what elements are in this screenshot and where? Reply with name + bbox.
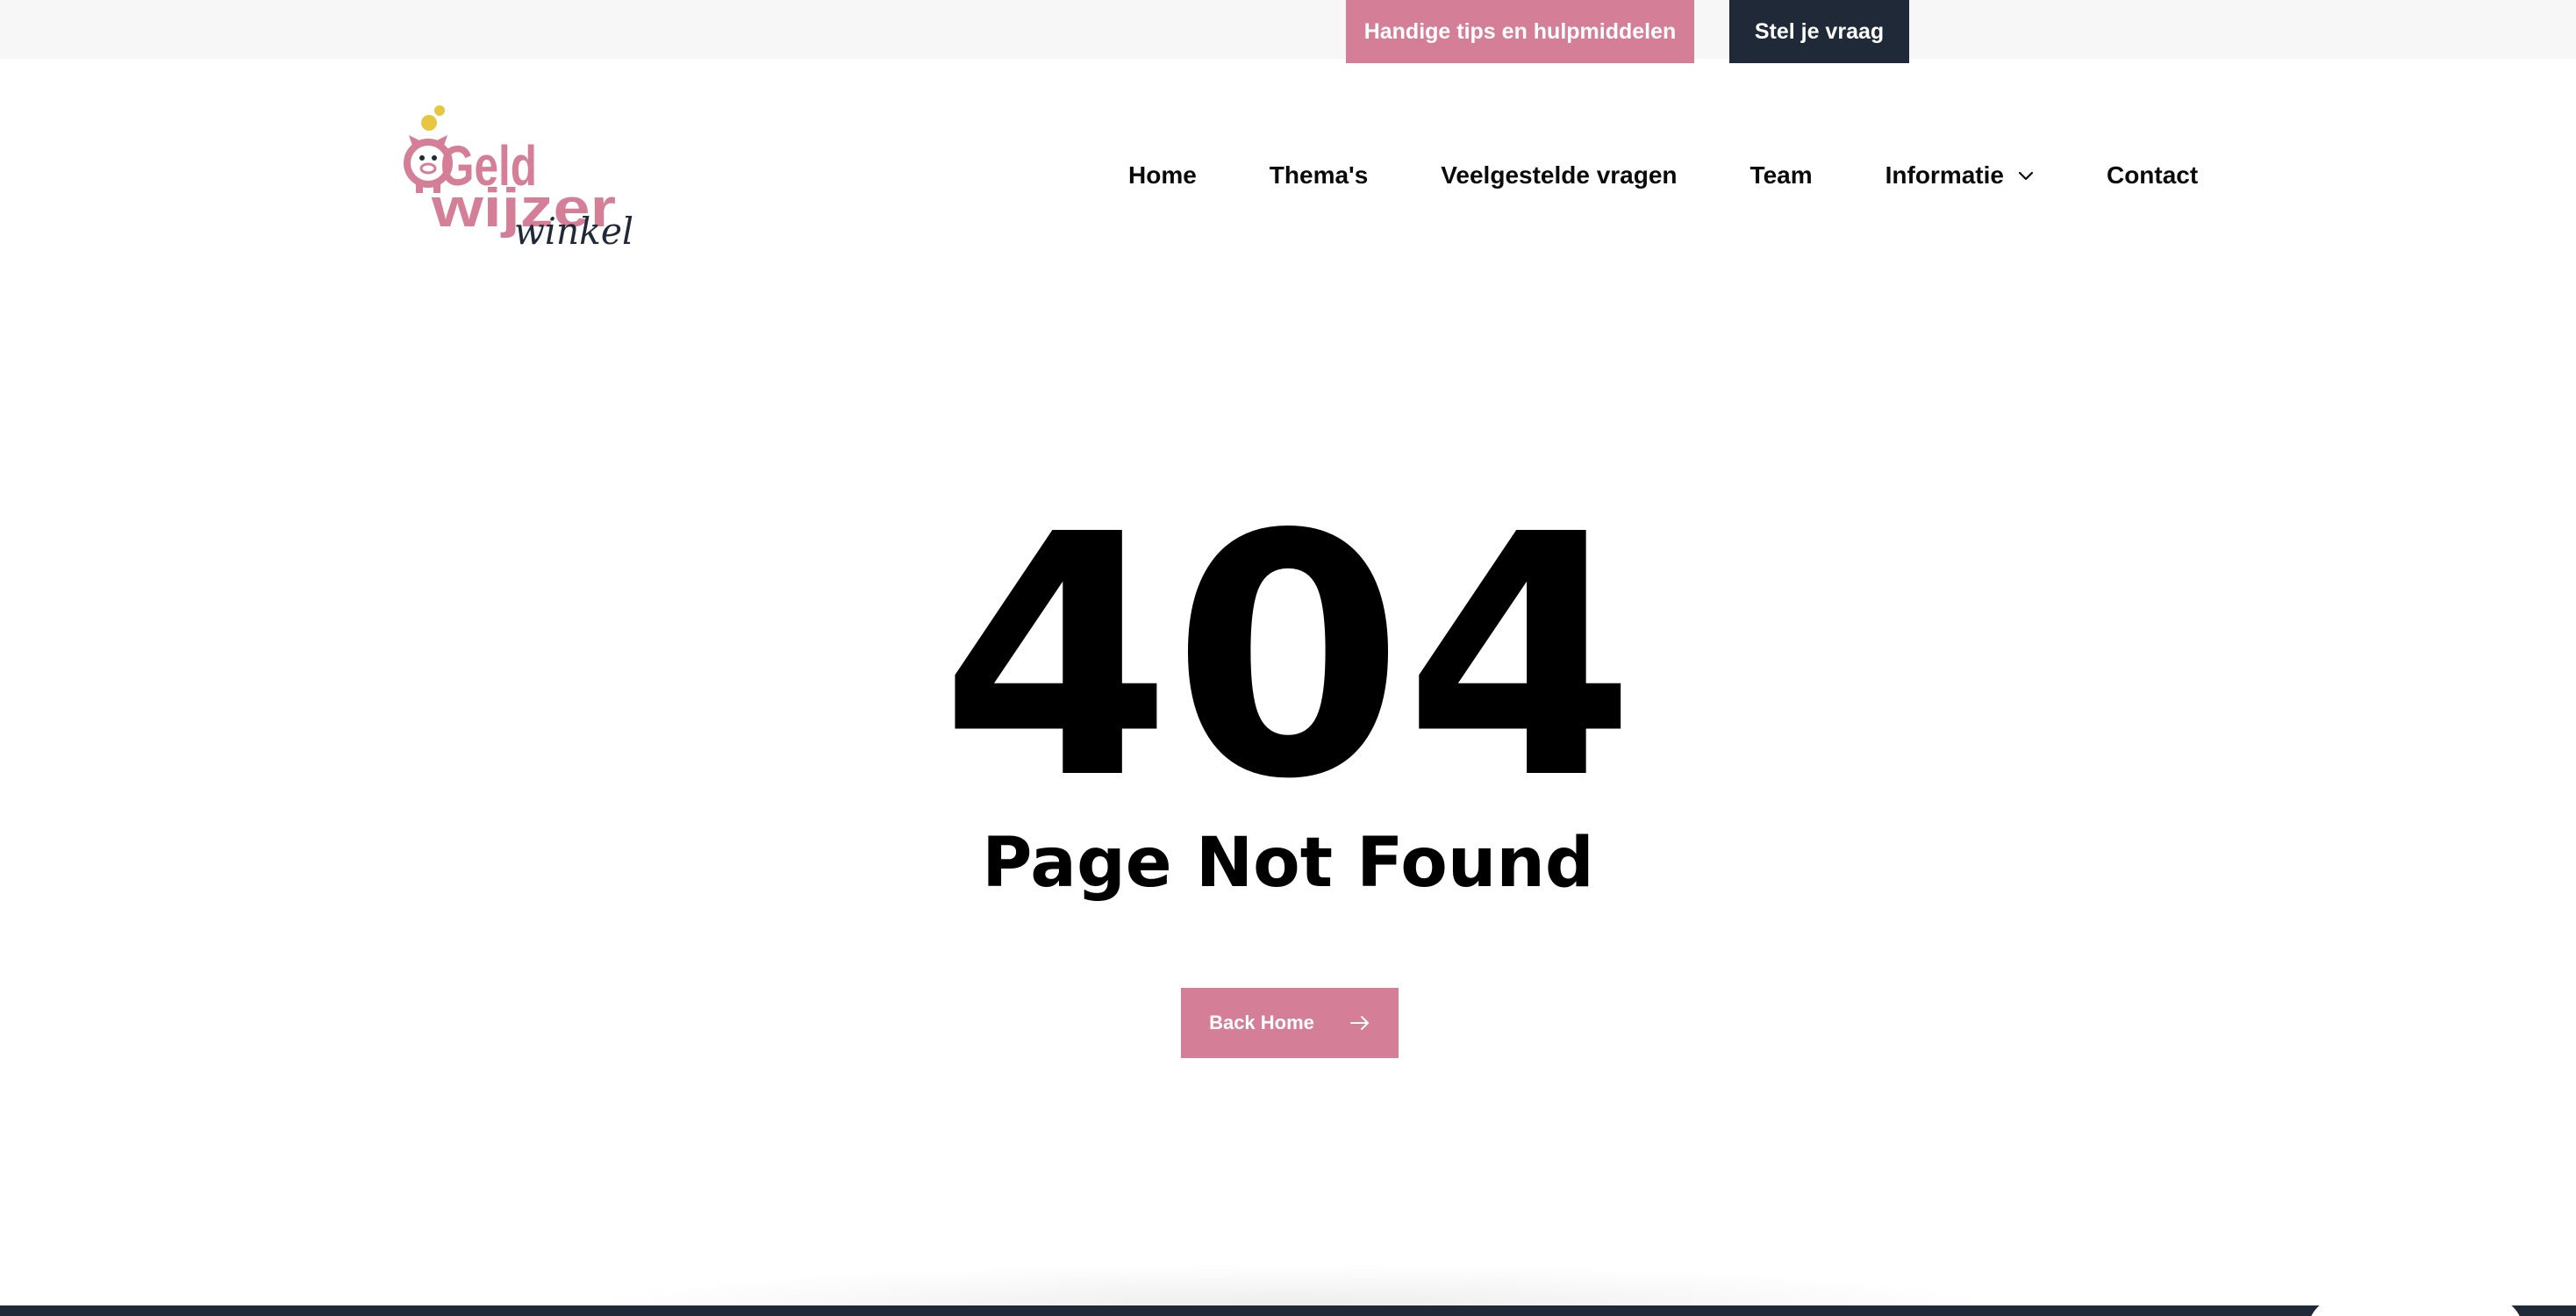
logo-graphic: Geld wijzer winkel [404, 105, 633, 249]
nav-item-label: Contact [2106, 161, 2199, 189]
nav-item-contact[interactable]: Contact [2107, 161, 2198, 190]
footer-shadow [579, 1263, 2000, 1305]
nav-item-label: Home [1128, 161, 1197, 189]
nav-item-home[interactable]: Home [1128, 161, 1197, 190]
nav-item-faq[interactable]: Veelgestelde vragen [1441, 161, 1677, 190]
nav-item-team[interactable]: Team [1750, 161, 1813, 190]
chevron-down-icon [2018, 171, 2034, 181]
main-navigation: Home Thema's Veelgestelde vragen Team In… [1128, 156, 2198, 195]
logo-text-winkel: winkel [514, 210, 633, 249]
nav-item-themas[interactable]: Thema's [1270, 161, 1368, 190]
coin-icon [434, 105, 445, 116]
chat-widget-tab[interactable] [2308, 1297, 2523, 1316]
top-utility-bar [0, 0, 2576, 59]
site-logo[interactable]: Geld wijzer winkel [400, 104, 640, 249]
page: Handige tips en hulpmiddelen Stel je vra… [0, 0, 2576, 1316]
tips-button[interactable]: Handige tips en hulpmiddelen [1346, 0, 1694, 63]
error-title: Page Not Found [982, 824, 1594, 903]
nav-item-label: Team [1750, 161, 1813, 189]
nav-item-label: Thema's [1269, 161, 1369, 189]
nav-item-informatie[interactable]: Informatie [1885, 161, 2034, 190]
arrow-right-icon [1349, 1016, 1369, 1030]
nav-item-label: Veelgestelde vragen [1441, 161, 1678, 189]
site-footer [0, 1305, 2576, 1316]
ask-question-button[interactable]: Stel je vraag [1729, 0, 1909, 63]
back-home-label: Back Home [1209, 1012, 1314, 1033]
nav-item-label: Informatie [1885, 161, 2004, 189]
error-code: 404 [940, 463, 1636, 852]
coin-icon [421, 115, 437, 131]
back-home-button[interactable]: Back Home [1181, 988, 1399, 1058]
